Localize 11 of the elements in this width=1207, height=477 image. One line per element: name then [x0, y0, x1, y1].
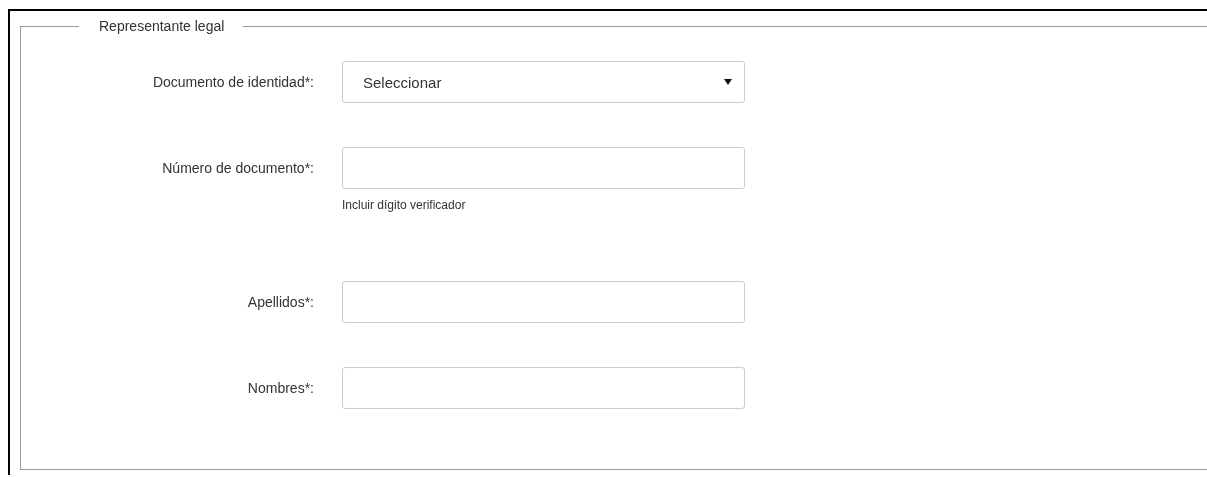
- input-field[interactable]: [342, 281, 745, 323]
- field-label: Apellidos*:: [246, 293, 314, 312]
- field-label: Número de documento*:: [161, 159, 314, 178]
- document-type-select[interactable]: Seleccionar: [342, 61, 745, 103]
- input-field[interactable]: [342, 147, 745, 189]
- section-title: Representante legal: [79, 17, 244, 35]
- field-label: Documento de identidad*:: [151, 73, 314, 92]
- field-hint: Incluir dígito verificador: [342, 198, 467, 212]
- input-field[interactable]: [342, 367, 745, 409]
- caret-icon: [724, 79, 732, 85]
- field-label: Nombres*:: [246, 379, 314, 398]
